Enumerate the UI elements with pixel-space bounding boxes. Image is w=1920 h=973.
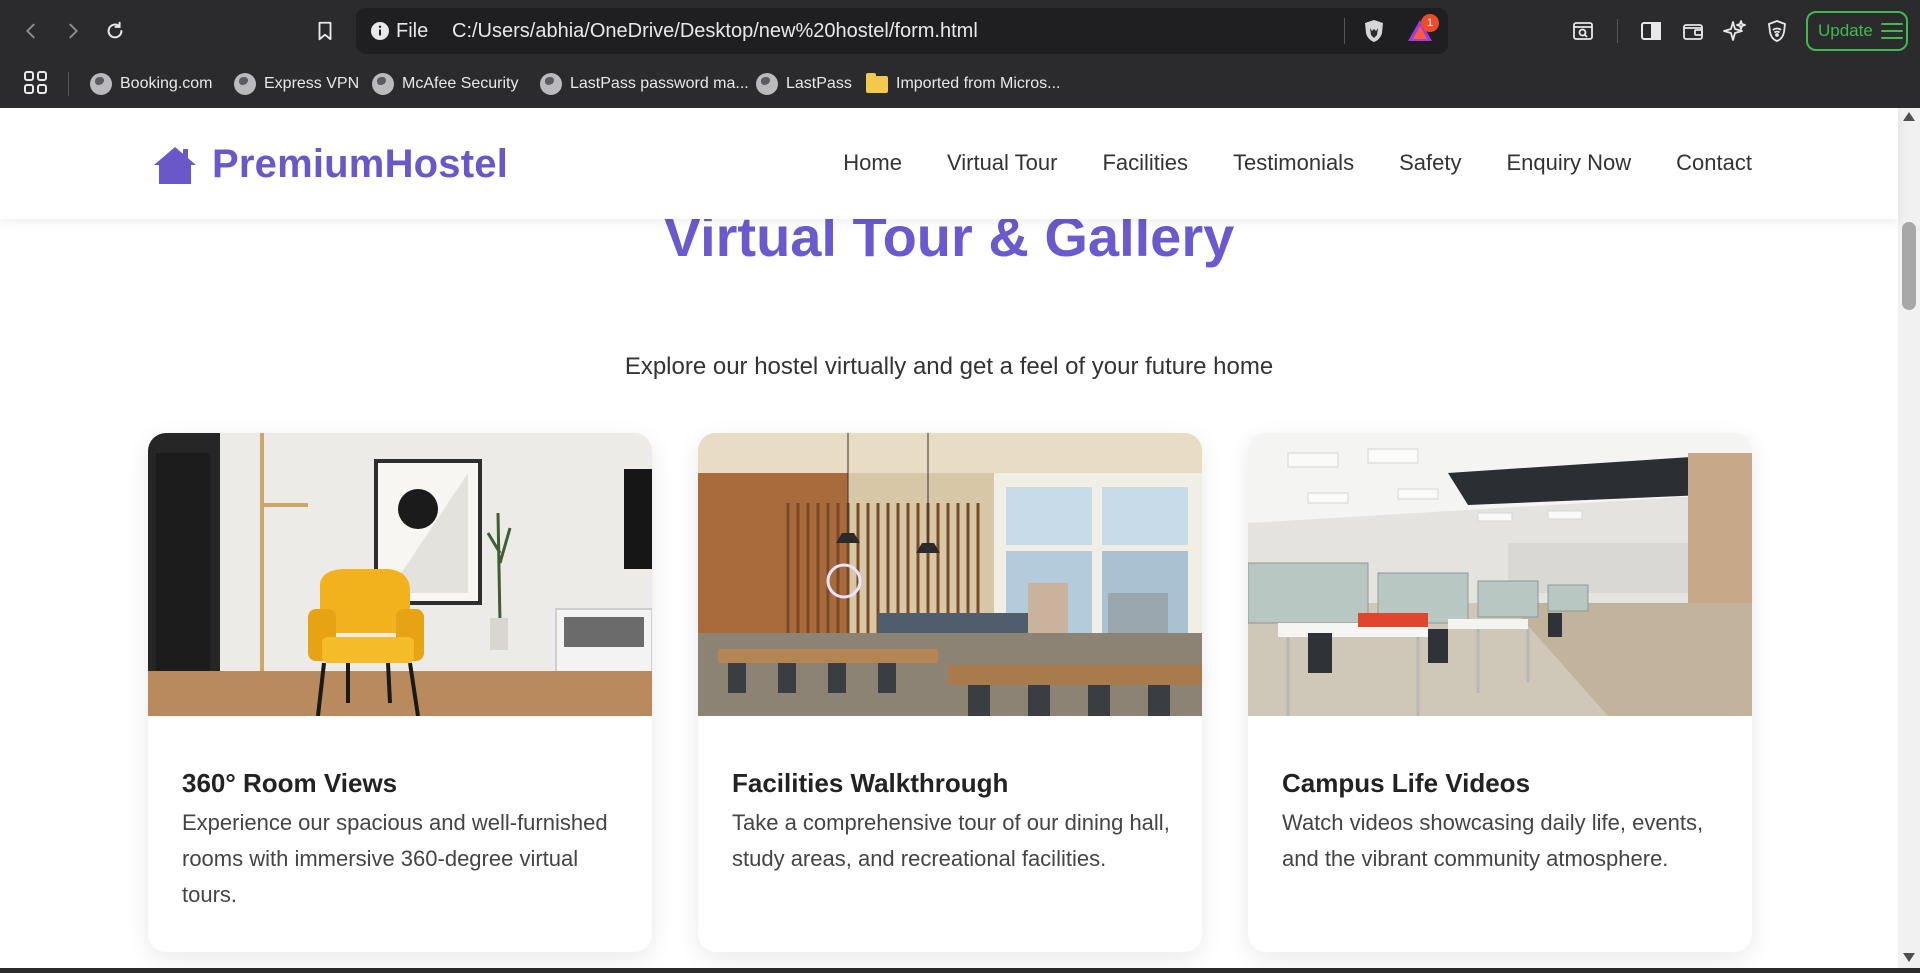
globe-icon bbox=[90, 73, 112, 95]
update-button[interactable]: Update bbox=[1806, 11, 1908, 51]
folder-icon bbox=[866, 72, 888, 93]
gallery-card[interactable]: Campus Life Videos Watch videos showcasi… bbox=[1248, 433, 1752, 952]
browser-chrome: File C:/Users/abhia/OneDrive/Desktop/new… bbox=[0, 0, 1920, 108]
nav-facilities[interactable]: Facilities bbox=[1102, 150, 1188, 176]
bookmark-label: LastPass password ma... bbox=[570, 75, 749, 92]
bookmark-folder[interactable]: Imported from Micros... bbox=[866, 70, 1060, 98]
page-search-button[interactable] bbox=[1568, 16, 1598, 46]
bookmarks-bar: Booking.com Express VPN McAfee Security … bbox=[0, 62, 1920, 108]
bookmark-item[interactable]: McAfee Security bbox=[372, 70, 518, 98]
bookmark-label: McAfee Security bbox=[402, 75, 519, 92]
sidebar-icon bbox=[1641, 22, 1661, 40]
update-label: Update bbox=[1818, 21, 1873, 40]
chevron-right-icon bbox=[69, 23, 78, 39]
card-title: Facilities Walkthrough bbox=[732, 768, 1009, 798]
card-description: Watch videos showcasing daily life, even… bbox=[1282, 810, 1704, 871]
globe-icon bbox=[234, 73, 256, 95]
main-nav: Home Virtual Tour Facilities Testimonial… bbox=[843, 150, 1752, 176]
nav-testimonials[interactable]: Testimonials bbox=[1233, 150, 1354, 176]
globe-icon bbox=[756, 73, 778, 95]
site-header: PremiumHostel Home Virtual Tour Faciliti… bbox=[0, 108, 1898, 219]
url-text[interactable]: C:/Users/abhia/OneDrive/Desktop/new%20ho… bbox=[452, 20, 978, 43]
bookmark-label: Express VPN bbox=[264, 75, 360, 92]
house-icon bbox=[154, 146, 196, 184]
nav-safety[interactable]: Safety bbox=[1399, 150, 1461, 176]
card-title: Campus Life Videos bbox=[1282, 768, 1531, 798]
room-photo bbox=[148, 433, 652, 716]
page-scrollbar[interactable] bbox=[1898, 108, 1920, 968]
sparkle-icon bbox=[1723, 20, 1746, 41]
scroll-thumb[interactable] bbox=[1902, 222, 1916, 310]
bookmark-item[interactable]: Booking.com bbox=[90, 70, 213, 98]
globe-icon bbox=[540, 73, 562, 95]
bookmark-item[interactable]: LastPass password ma... bbox=[540, 70, 749, 98]
nav-enquiry-now[interactable]: Enquiry Now bbox=[1506, 150, 1631, 176]
url-scheme-label: File bbox=[396, 20, 429, 42]
browser-toolbar: File C:/Users/abhia/OneDrive/Desktop/new… bbox=[0, 0, 1920, 62]
apps-grid-icon[interactable] bbox=[22, 69, 50, 97]
bookmark-label: LastPass bbox=[786, 75, 852, 92]
sidebar-toggle-button[interactable] bbox=[1636, 16, 1666, 46]
brand-logo[interactable]: PremiumHostel bbox=[152, 142, 508, 187]
forward-button[interactable] bbox=[58, 16, 88, 46]
study-area-photo bbox=[1248, 433, 1752, 716]
bookmark-item[interactable]: LastPass bbox=[756, 70, 852, 98]
nav-contact[interactable]: Contact bbox=[1676, 150, 1752, 176]
leo-ai-button[interactable] bbox=[1720, 16, 1750, 46]
vpn-shield-icon bbox=[1768, 20, 1786, 42]
toolbar-divider bbox=[1617, 19, 1618, 43]
reload-button[interactable] bbox=[100, 16, 130, 46]
bookmarks-divider bbox=[68, 72, 69, 96]
rewards-button[interactable]: 1 bbox=[1405, 14, 1439, 46]
back-button[interactable] bbox=[16, 16, 46, 46]
scroll-up-arrow-icon[interactable] bbox=[1903, 112, 1915, 121]
brave-shield-icon[interactable] bbox=[1361, 18, 1387, 44]
nav-home[interactable]: Home bbox=[843, 150, 902, 176]
bookmark-icon bbox=[318, 21, 332, 41]
chevron-left-icon bbox=[26, 23, 35, 39]
wallet-icon bbox=[1683, 24, 1703, 40]
scroll-down-arrow-icon[interactable] bbox=[1903, 953, 1915, 962]
globe-icon bbox=[372, 73, 394, 95]
card-description: Take a comprehensive tour of our dining … bbox=[732, 810, 1170, 871]
wallet-button[interactable] bbox=[1678, 16, 1708, 46]
bookmark-label: Imported from Micros... bbox=[896, 75, 1061, 92]
bookmark-item[interactable]: Express VPN bbox=[234, 70, 359, 98]
card-title: 360° Room Views bbox=[182, 768, 398, 798]
card-description: Experience our spacious and well-furnish… bbox=[182, 810, 608, 907]
nav-virtual-tour[interactable]: Virtual Tour bbox=[947, 150, 1057, 176]
vpn-button[interactable] bbox=[1762, 16, 1792, 46]
brand-name: PremiumHostel bbox=[212, 142, 509, 186]
reload-icon bbox=[107, 21, 123, 39]
bookmark-label: Booking.com bbox=[120, 75, 213, 92]
dining-hall-photo bbox=[698, 433, 1202, 716]
search-page-icon bbox=[1573, 22, 1593, 40]
window-bottom-edge bbox=[0, 968, 1920, 973]
gallery-card[interactable]: 360° Room Views Experience our spacious … bbox=[148, 433, 652, 952]
info-icon[interactable] bbox=[370, 21, 390, 41]
url-divider bbox=[1344, 18, 1345, 44]
rewards-badge: 1 bbox=[1421, 14, 1439, 32]
address-bar[interactable]: File C:/Users/abhia/OneDrive/Desktop/new… bbox=[356, 8, 1448, 54]
page-viewport: PremiumHostel Home Virtual Tour Faciliti… bbox=[0, 108, 1920, 968]
menu-icon bbox=[1880, 23, 1903, 39]
gallery-card[interactable]: Facilities Walkthrough Take a comprehens… bbox=[698, 433, 1202, 952]
section-subtitle: Explore our hostel virtually and get a f… bbox=[624, 353, 1274, 380]
bookmark-page-button[interactable] bbox=[310, 16, 340, 46]
